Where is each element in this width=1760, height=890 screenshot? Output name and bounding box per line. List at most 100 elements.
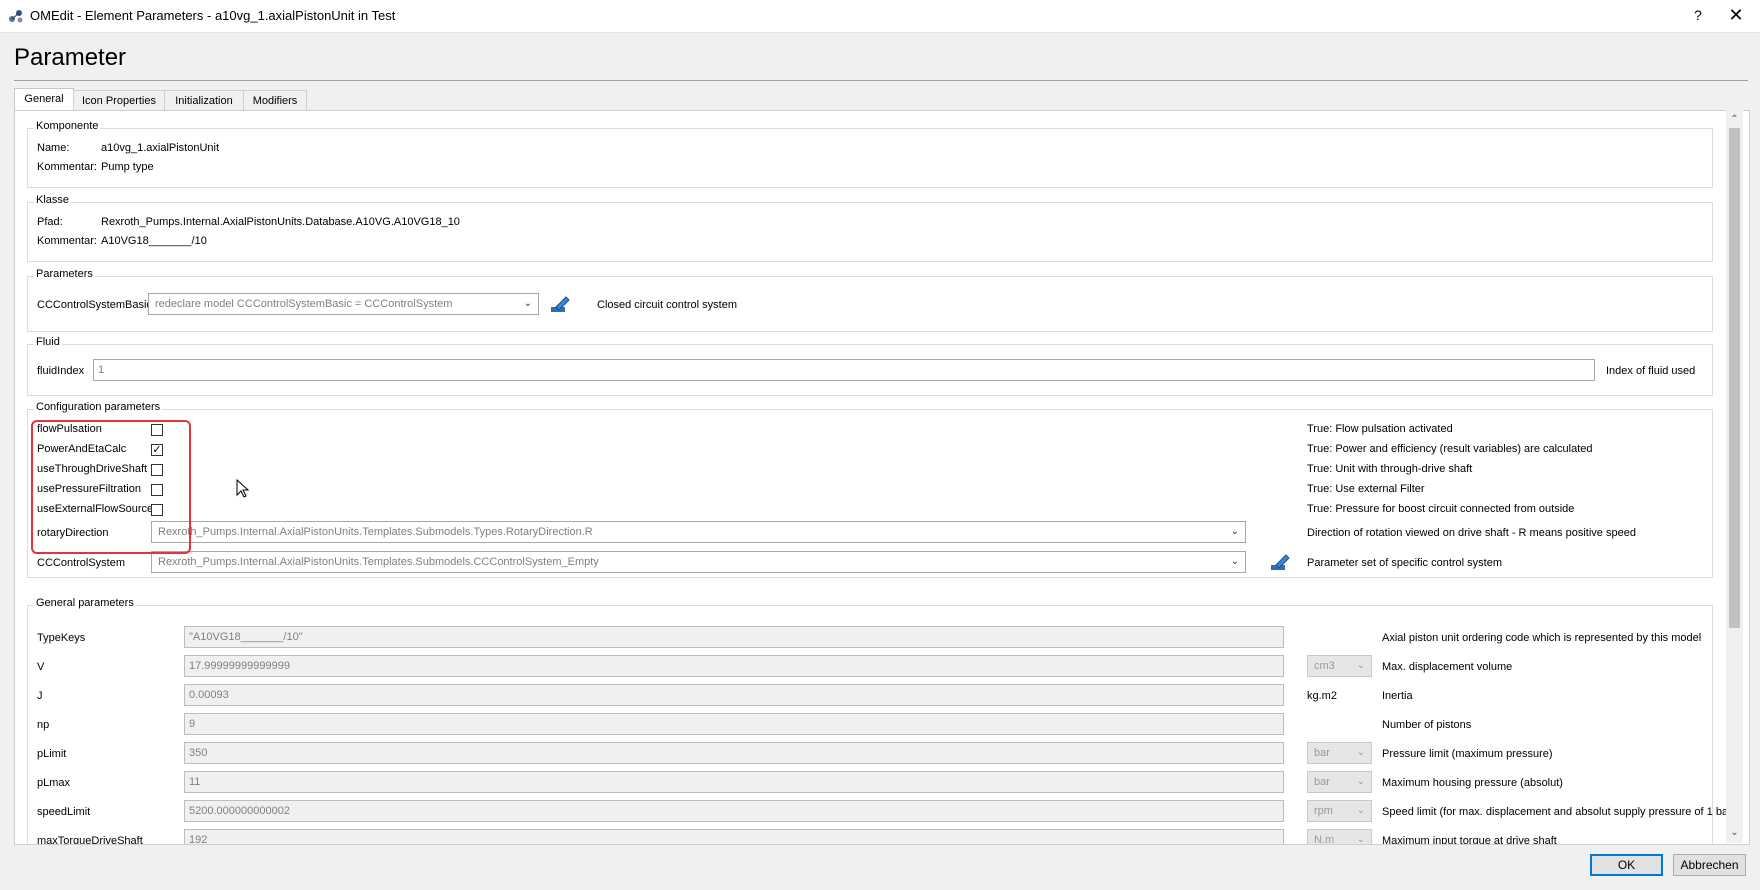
usethroughdriveshaft-description: True: Unit with through-drive shaft xyxy=(1307,463,1473,475)
general-param-description: Inertia xyxy=(1382,690,1413,702)
chevron-down-icon: ⌄ xyxy=(1230,526,1239,537)
chevron-down-icon: ⌄ xyxy=(1356,776,1365,787)
rotarydirection-select[interactable]: Rexroth_Pumps.Internal.AxialPistonUnits.… xyxy=(151,521,1246,543)
scrollbar-thumb[interactable] xyxy=(1729,128,1740,628)
useexternalflowsource-description: True: Pressure for boost circuit connect… xyxy=(1307,503,1575,515)
general-param-label: np xyxy=(37,719,50,731)
unit-select-value: rpm xyxy=(1314,805,1333,817)
general-param-input[interactable]: 5200.000000000002 xyxy=(184,800,1284,822)
group-klasse: Klasse Pfad: Rexroth_Pumps.Internal.Axia… xyxy=(27,194,1713,262)
fluidindex-input[interactable]: 1 xyxy=(93,359,1595,381)
usepressurefiltration-description: True: Use external Filter xyxy=(1307,483,1425,495)
rotarydirection-description: Direction of rotation viewed on drive sh… xyxy=(1307,527,1636,539)
unit-select[interactable]: cm3 ⌄ xyxy=(1307,655,1372,677)
general-param-label: TypeKeys xyxy=(37,632,86,644)
path-label: Pfad: xyxy=(37,216,63,228)
comment-value: Pump type xyxy=(101,161,154,173)
scroll-down-icon[interactable]: ⌄ xyxy=(1726,825,1743,841)
general-param-label: pLmax xyxy=(37,777,71,789)
group-configuration: Configuration parameters flowPulsation T… xyxy=(27,401,1713,578)
unit-select-value: N.m xyxy=(1314,834,1335,845)
chevron-down-icon: ⌄ xyxy=(1230,556,1239,567)
unit-select[interactable]: rpm ⌄ xyxy=(1307,800,1372,822)
vertical-scrollbar[interactable]: ⌃ ⌄ xyxy=(1726,110,1743,843)
general-param-description: Maximum housing pressure (absolut) xyxy=(1382,777,1563,789)
group-title-configuration: Configuration parameters xyxy=(34,401,163,413)
tab-modifiers[interactable]: Modifiers xyxy=(243,90,307,111)
general-param-input[interactable]: 192 xyxy=(184,829,1284,844)
general-param-description: Number of pistons xyxy=(1382,719,1472,731)
cancel-button[interactable]: Abbrechen xyxy=(1673,854,1746,876)
group-parameters: Parameters CCControlSystemBasic redeclar… xyxy=(27,268,1713,332)
fluidindex-description: Index of fluid used xyxy=(1606,365,1696,377)
general-param-input[interactable]: 9 xyxy=(184,713,1284,735)
close-button[interactable]: ✕ xyxy=(1712,0,1760,32)
ccontrolsystem-select[interactable]: Rexroth_Pumps.Internal.AxialPistonUnits.… xyxy=(151,551,1246,573)
page-title: Parameter xyxy=(14,44,127,71)
general-param-input[interactable]: 0.00093 xyxy=(184,684,1284,706)
edit-pencil-icon[interactable] xyxy=(549,293,571,315)
ccontrolsystembasic-select-value: redeclare model CCControlSystemBasic = C… xyxy=(155,298,453,310)
group-komponente: Komponente Name: a10vg_1.axialPistonUnit… xyxy=(27,120,1713,188)
unit-select-value: bar xyxy=(1314,747,1330,759)
mouse-cursor-icon xyxy=(236,479,250,498)
unit-select[interactable]: bar ⌄ xyxy=(1307,742,1372,764)
general-param-input[interactable]: 17.99999999999999 xyxy=(184,655,1284,677)
unit-select-value: bar xyxy=(1314,776,1330,788)
name-label: Name: xyxy=(37,142,70,154)
group-fluid: Fluid fluidIndex 1 Index of fluid used xyxy=(27,336,1713,396)
ccontrolsystem-select-value: Rexroth_Pumps.Internal.AxialPistonUnits.… xyxy=(158,556,599,568)
general-param-label: speedLimit xyxy=(37,806,91,818)
ccontrolsystembasic-description: Closed circuit control system xyxy=(597,299,737,311)
group-title-fluid: Fluid xyxy=(34,336,62,348)
ccontrolsystembasic-select[interactable]: redeclare model CCControlSystemBasic = C… xyxy=(148,293,539,315)
rotarydirection-select-value: Rexroth_Pumps.Internal.AxialPistonUnits.… xyxy=(158,526,593,538)
unit-select-value: cm3 xyxy=(1314,660,1335,672)
general-param-label: pLimit xyxy=(37,748,67,760)
general-param-description: Speed limit (for max. displacement and a… xyxy=(1382,806,1736,818)
fluidindex-label: fluidIndex xyxy=(37,365,85,377)
flowpulsation-description: True: Flow pulsation activated xyxy=(1307,423,1453,435)
general-param-input[interactable]: "A10VG18_______/10" xyxy=(184,626,1284,648)
chevron-down-icon: ⌄ xyxy=(1356,747,1365,758)
ccontrolsystem-label: CCControlSystem xyxy=(37,557,126,569)
window-title: OMEdit - Element Parameters - a10vg_1.ax… xyxy=(30,8,396,23)
general-param-label: J xyxy=(37,690,43,702)
group-title-komponente: Komponente xyxy=(34,120,101,132)
comment-label: Kommentar: xyxy=(37,161,97,173)
chevron-down-icon: ⌄ xyxy=(1356,805,1365,816)
general-param-description: Pressure limit (maximum pressure) xyxy=(1382,748,1553,760)
name-value: a10vg_1.axialPistonUnit xyxy=(101,142,220,154)
general-param-description: Maximum input torque at drive shaft xyxy=(1382,835,1557,845)
unit-select[interactable]: bar ⌄ xyxy=(1307,771,1372,793)
tab-initialization[interactable]: Initialization xyxy=(164,90,244,111)
class-comment-value: A10VG18_______/10 xyxy=(101,235,207,247)
tab-general[interactable]: General xyxy=(14,88,74,111)
group-general-parameters: General parameters TypeKeys "A10VG18_____… xyxy=(27,597,1735,845)
unit-select[interactable]: N.m ⌄ xyxy=(1307,829,1372,845)
tab-icon-properties[interactable]: Icon Properties xyxy=(73,90,165,111)
general-param-description: Axial piston unit ordering code which is… xyxy=(1382,632,1702,644)
scroll-up-icon[interactable]: ⌃ xyxy=(1726,112,1743,128)
general-param-input[interactable]: 11 xyxy=(184,771,1284,793)
general-param-input[interactable]: 350 xyxy=(184,742,1284,764)
tab-panel-general: Komponente Name: a10vg_1.axialPistonUnit… xyxy=(14,110,1750,845)
title-bar: OMEdit - Element Parameters - a10vg_1.ax… xyxy=(0,0,1760,33)
omedit-app-icon xyxy=(9,10,23,23)
general-param-label: V xyxy=(37,661,45,673)
unit-label: kg.m2 xyxy=(1307,690,1337,702)
group-title-parameters: Parameters xyxy=(34,268,95,280)
group-title-general: General parameters xyxy=(34,597,136,609)
ok-button[interactable]: OK xyxy=(1590,854,1663,876)
ccontrolsystem-description: Parameter set of specific control system xyxy=(1307,557,1503,569)
highlight-annotation xyxy=(31,420,191,554)
general-param-label: maxTorqueDriveShaft xyxy=(37,835,143,845)
edit-pencil-icon[interactable] xyxy=(1269,551,1291,573)
powerandetacalc-description: True: Power and efficiency (result varia… xyxy=(1307,443,1593,455)
general-param-description: Max. displacement volume xyxy=(1382,661,1513,673)
ccontrolsystembasic-label: CCControlSystemBasic xyxy=(37,299,152,311)
path-value: Rexroth_Pumps.Internal.AxialPistonUnits.… xyxy=(101,216,460,228)
group-title-klasse: Klasse xyxy=(34,194,72,206)
chevron-down-icon: ⌄ xyxy=(523,298,532,309)
divider xyxy=(14,80,1748,81)
